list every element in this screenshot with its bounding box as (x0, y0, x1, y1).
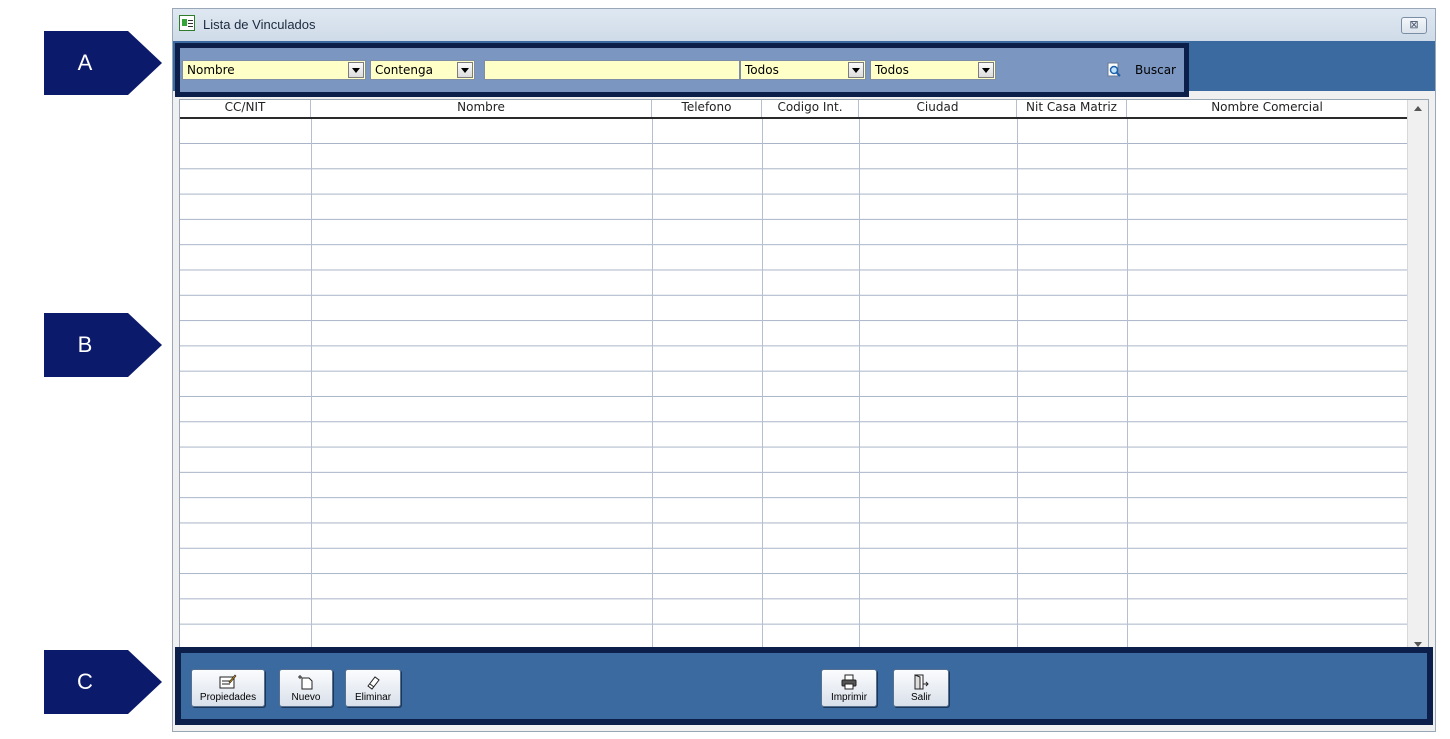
eraser-icon (367, 676, 380, 690)
action-bar: Propiedades Nuevo Eliminar Imprimir Sali… (175, 647, 1433, 725)
column-header-ccnit[interactable]: CC/NIT (180, 100, 311, 117)
operator-select[interactable]: Contenga (370, 60, 475, 80)
column-header-telefono[interactable]: Telefono (652, 100, 762, 117)
callout-b: B (44, 313, 162, 377)
app-window: Lista de Vinculados ⊠ Nombre Contenga To… (172, 8, 1436, 732)
properties-button-label: Propiedades (199, 692, 257, 703)
title-bar: Lista de Vinculados ⊠ (173, 9, 1435, 41)
print-button[interactable]: Imprimir (821, 669, 877, 707)
chevron-down-icon[interactable] (848, 62, 864, 78)
filter2-select-value: Todos (875, 63, 909, 77)
magnifier-icon (1107, 62, 1121, 77)
chevron-down-icon[interactable] (978, 62, 994, 78)
search-button-label: Buscar (1135, 63, 1176, 77)
properties-button[interactable]: Propiedades (191, 669, 265, 707)
scroll-up-icon[interactable] (1414, 106, 1422, 111)
exit-button-label: Salir (910, 692, 931, 703)
window-title: Lista de Vinculados (203, 17, 316, 32)
filter1-select[interactable]: Todos (740, 60, 866, 80)
column-divider (762, 119, 763, 653)
spreadsheet-icon (179, 15, 195, 31)
column-divider (859, 119, 860, 653)
filter1-select-value: Todos (745, 63, 779, 77)
new-document-icon (298, 675, 313, 690)
close-button[interactable]: ⊠ (1401, 17, 1427, 34)
search-input[interactable] (484, 60, 740, 80)
callout-a-label: A (77, 50, 93, 75)
delete-button[interactable]: Eliminar (345, 669, 401, 707)
printer-icon (841, 674, 857, 690)
column-header-nombre[interactable]: Nombre (311, 100, 652, 117)
new-button-label: Nuevo (291, 692, 321, 703)
vertical-scrollbar[interactable] (1407, 100, 1428, 653)
chevron-down-icon[interactable] (348, 62, 364, 78)
column-divider (1017, 119, 1018, 653)
new-button[interactable]: Nuevo (279, 669, 333, 707)
chevron-down-icon[interactable] (457, 62, 473, 78)
column-divider (652, 119, 653, 653)
column-header-nombre-comercial[interactable]: Nombre Comercial (1127, 100, 1408, 117)
column-divider (1127, 119, 1128, 653)
field-select-value: Nombre (187, 63, 235, 77)
column-header-nit-casa-matriz[interactable]: Nit Casa Matriz (1017, 100, 1127, 117)
column-header-ciudad[interactable]: Ciudad (859, 100, 1017, 117)
delete-button-label: Eliminar (354, 692, 392, 703)
callout-c: C (44, 650, 162, 714)
exit-door-icon (914, 674, 929, 690)
field-select[interactable]: Nombre (182, 60, 366, 80)
callout-b-label: B (77, 332, 93, 357)
grid-header: CC/NIT Nombre Telefono Codigo Int. Ciuda… (180, 100, 1408, 119)
callout-a: A (44, 31, 162, 95)
callout-c-label: C (77, 669, 93, 694)
exit-button[interactable]: Salir (893, 669, 949, 707)
filter2-select[interactable]: Todos (870, 60, 996, 80)
grid-body[interactable] (180, 119, 1408, 653)
filter-toolbar: Nombre Contenga Todos Todos Buscar (173, 41, 1435, 97)
properties-icon (219, 674, 237, 689)
print-button-label: Imprimir (830, 692, 868, 703)
column-divider (311, 119, 312, 653)
filter-frame: Nombre Contenga Todos Todos Buscar (175, 43, 1189, 97)
column-header-codigo[interactable]: Codigo Int. (762, 100, 859, 117)
operator-select-value: Contenga (375, 63, 433, 77)
results-grid[interactable]: CC/NIT Nombre Telefono Codigo Int. Ciuda… (179, 99, 1429, 654)
